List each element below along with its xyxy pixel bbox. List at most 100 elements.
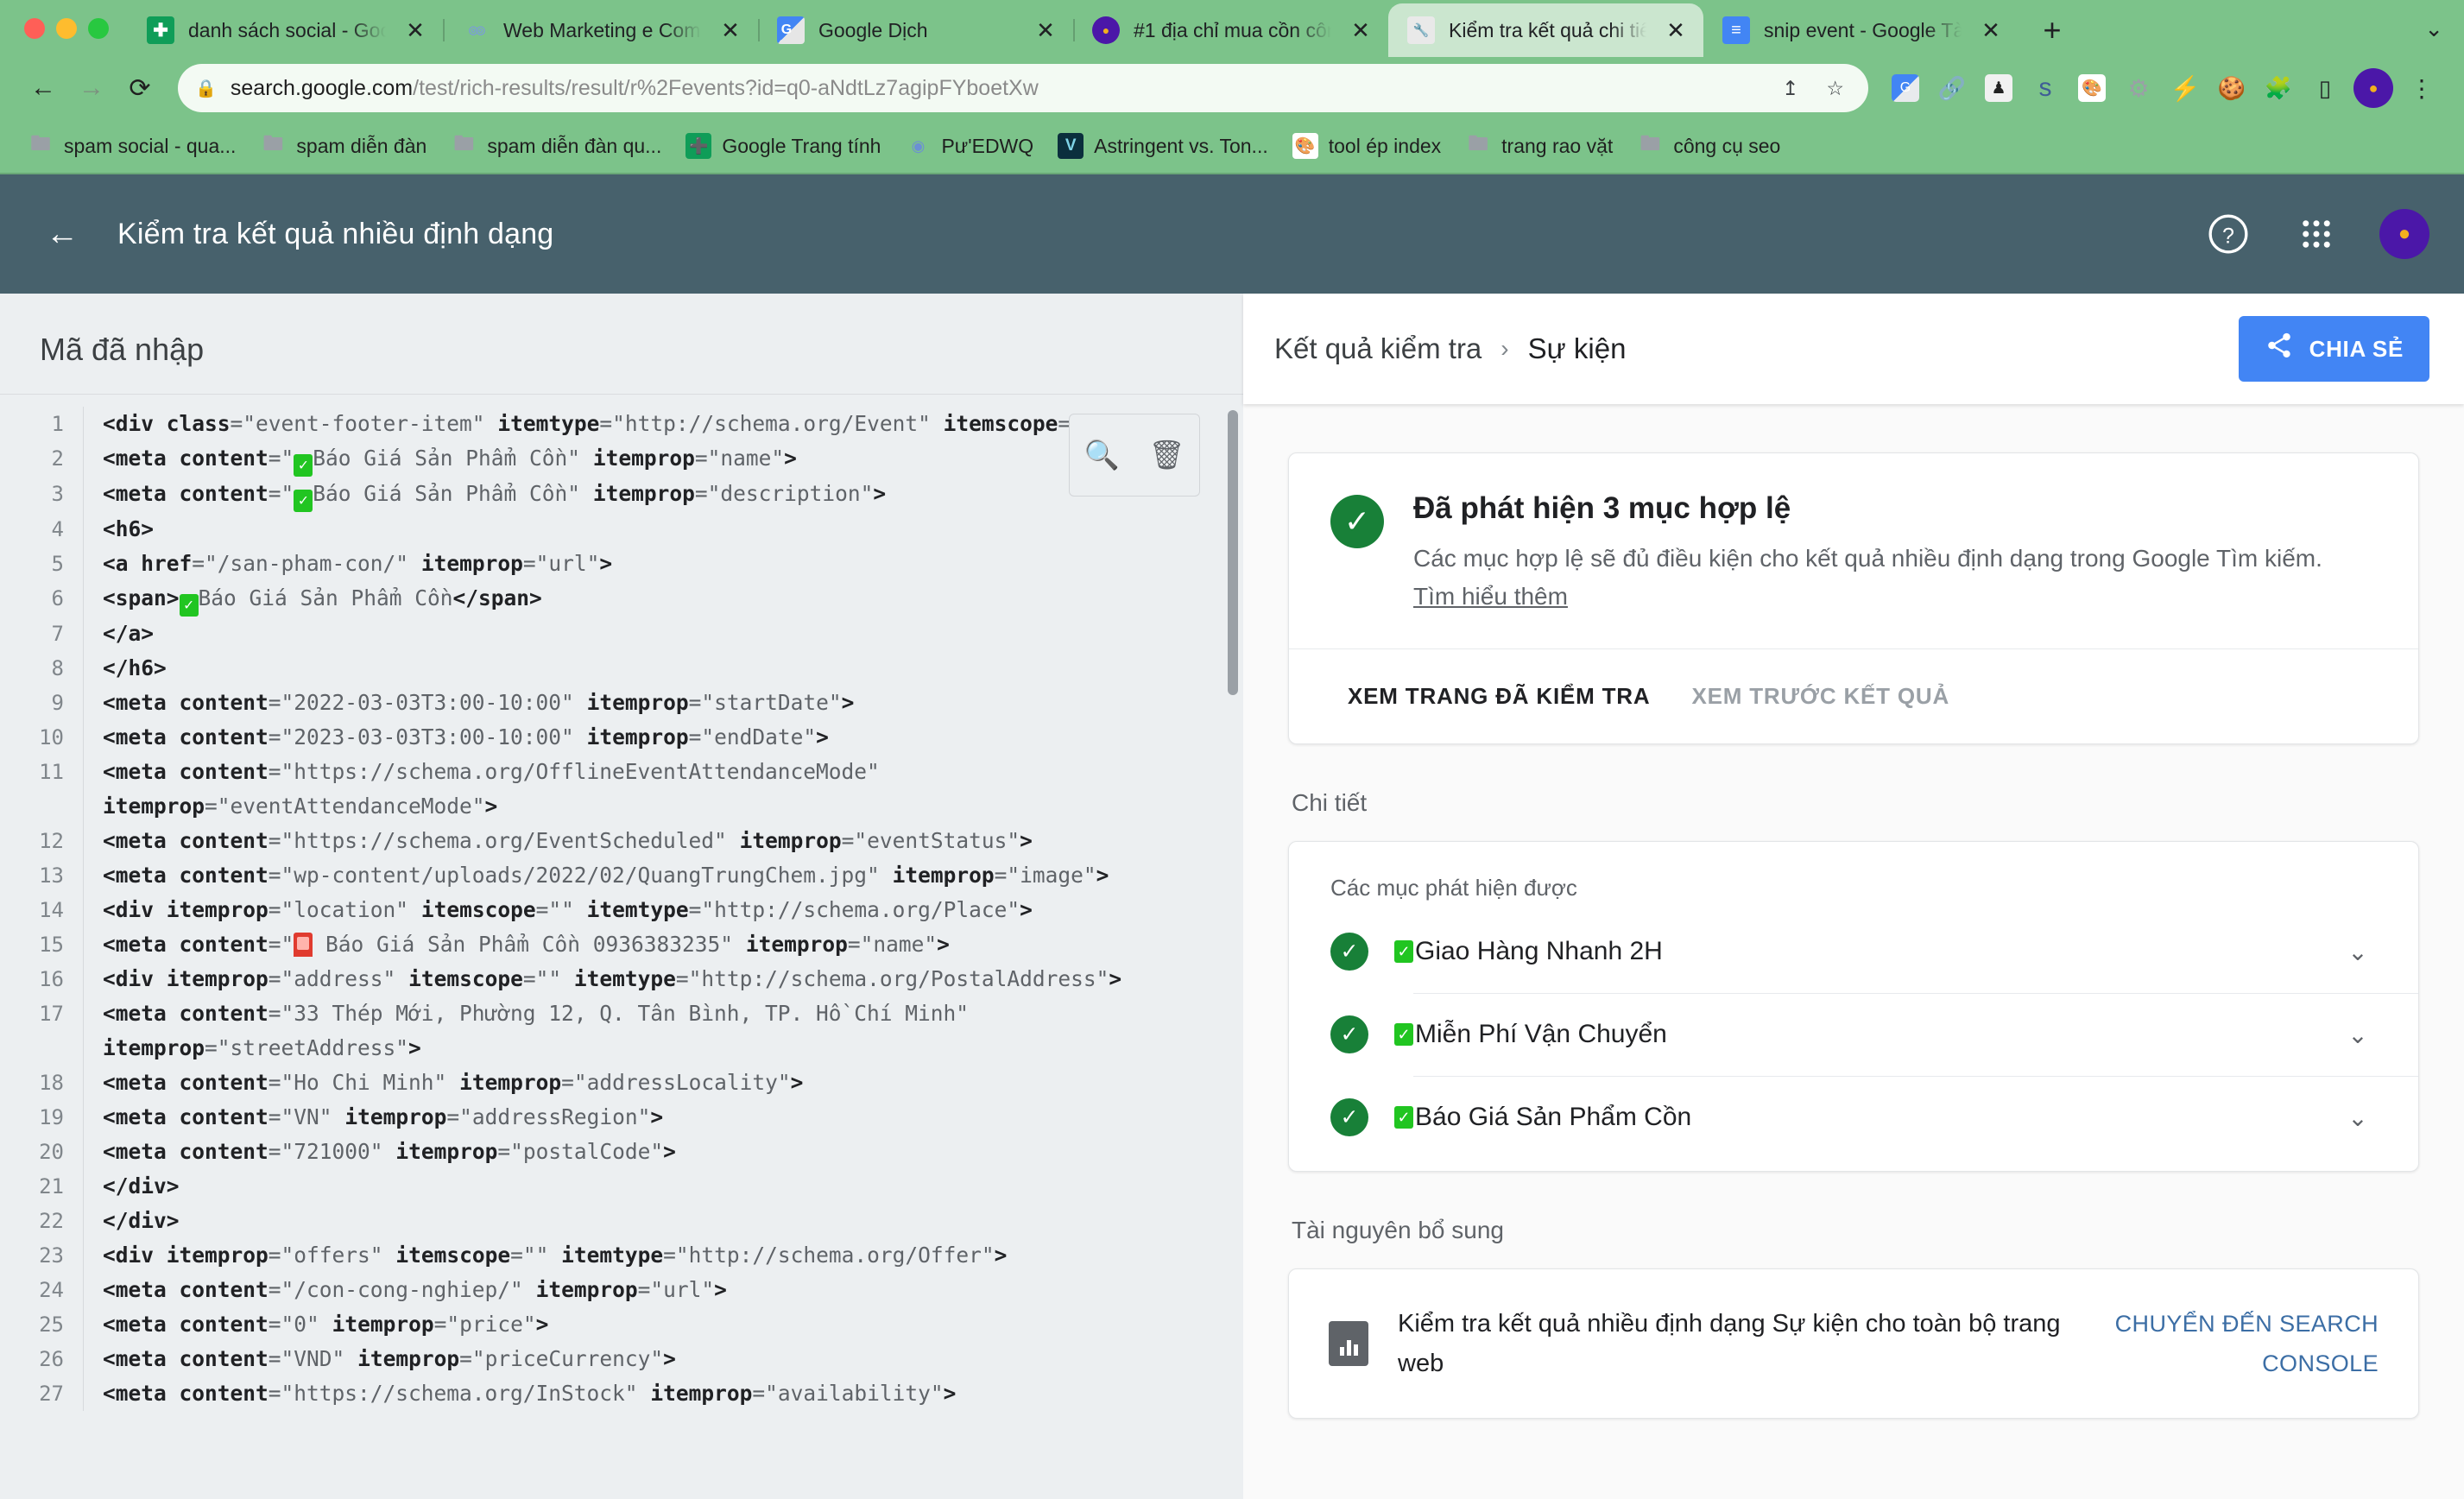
copy-icon[interactable]: 🗑 (1148, 439, 1185, 472)
bookmark-spam-social[interactable]: 🖿 spam social - qua... (16, 128, 248, 164)
google-translate-icon (777, 16, 805, 44)
url-path: /test/rich-results/result/r%2Fevents?id=… (413, 75, 1039, 100)
line-content: <div itemprop="location" itemscope="" it… (83, 893, 1243, 927)
browser-window: danh sách social - Goog ✕ Web Marketing … (0, 0, 2464, 1499)
google-translate-icon[interactable]: G (1882, 65, 1929, 111)
search-icon[interactable]: 🔍 (1084, 439, 1120, 472)
bookmark-spam-dien-dan-qu[interactable]: 🖿 spam diễn đàn qu... (439, 128, 673, 164)
chevron-down-icon[interactable]: ⌄ (2339, 1104, 2377, 1132)
line-number: 16 (39, 967, 64, 991)
line-number: 19 (39, 1105, 64, 1129)
extensions-puzzle-icon[interactable]: 🧩 (2255, 65, 2302, 111)
bookmark-tool-ep-index[interactable]: 🎨 tool ép index (1280, 128, 1453, 164)
cookie-icon[interactable]: 🍪 (2208, 65, 2255, 111)
code-lines: 1 <div class="event-footer-item" itemtype… (0, 395, 1243, 1411)
chevron-right-icon: › (1501, 335, 1509, 362)
folder-icon: 🖿 (1640, 131, 1661, 155)
bookmark-star-icon[interactable]: ☆ (1819, 77, 1851, 100)
code-scroll-area[interactable]: 🔍 🗑 1 <div class="event-footer-item" item… (0, 394, 1243, 1499)
tab-strip: danh sách social - Goog ✕ Web Marketing … (0, 0, 2464, 57)
lock-icon: 🔒 (195, 79, 217, 98)
tab-search-button[interactable]: ⌄ (2424, 0, 2464, 57)
close-icon[interactable]: ✕ (715, 15, 746, 46)
list-item[interactable]: ✓ ✓ Miễn Phí Vận Chuyển ⌄ (1289, 993, 2418, 1076)
preview-results-button[interactable]: XEM TRƯỚC KẾT QUẢ (1671, 669, 1970, 724)
item-label: ✓ Giao Hàng Nhanh 2H (1394, 937, 2313, 966)
close-window-button[interactable] (24, 18, 45, 39)
tab-snip-event[interactable]: snip event - Google Tài li ✕ (1703, 3, 2019, 57)
code-line: 17 <meta content="33 Thép Mới, Phường 12,… (0, 996, 1243, 1066)
browser-menu-icon[interactable]: ⋮ (2398, 65, 2445, 111)
tool-index-icon[interactable]: 🎨 (2069, 65, 2115, 111)
list-item[interactable]: ✓ ✓ Giao Hàng Nhanh 2H ⌄ (1289, 910, 2418, 993)
code-line: 10 <meta content="2023-03-03T3:00-10:00" … (0, 720, 1243, 755)
avatar[interactable]: ● (2379, 209, 2429, 259)
close-icon[interactable]: ✕ (400, 15, 431, 46)
share-page-icon[interactable]: ↥ (1775, 77, 1805, 100)
app-header: ← Kiểm tra kết quả nhiều định dạng ? ● (0, 174, 2464, 294)
code-line: 8 </h6> (0, 651, 1243, 686)
list-item[interactable]: ✓ ✓ Báo Giá Sản Phẩm Cồn ⌄ (1289, 1076, 2418, 1159)
lightning-icon[interactable]: ⚡ (2162, 65, 2208, 111)
tab-dia-chi-mua-con[interactable]: #1 địa chỉ mua cồn công ✕ (1073, 3, 1388, 57)
tab-google-dich[interactable]: Google Dịch ✕ (758, 3, 1073, 57)
reload-button[interactable]: ⟳ (116, 64, 164, 112)
tab-kiem-tra-ket-qua-chi-tiet[interactable]: Kiểm tra kết quả chi tiết ✕ (1388, 3, 1703, 57)
code-line: 14 <div itemprop="location" itemscope="" … (0, 893, 1243, 927)
line-number: 25 (39, 1312, 64, 1337)
profile-avatar[interactable]: ● (2353, 68, 2393, 108)
code-line: 25 <meta content="0" itemprop="price"> (0, 1307, 1243, 1342)
close-icon[interactable]: ✕ (1030, 15, 1061, 46)
code-line: 13 <meta content="wp-content/uploads/2022… (0, 858, 1243, 893)
bookmark-cong-cu-seo[interactable]: 🖿 công cụ seo (1625, 128, 1792, 164)
view-tested-page-button[interactable]: XEM TRANG ĐÃ KIỂM TRA (1327, 669, 1671, 724)
close-icon[interactable]: ✕ (1660, 15, 1691, 46)
tab-web-marketing[interactable]: Web Marketing e Comuni ✕ (443, 3, 758, 57)
bookmark-pu-edwq[interactable]: ◉ Pư'EDWQ (893, 128, 1046, 164)
learn-more-link[interactable]: Tìm hiểu thêm (1413, 583, 1568, 610)
chevron-down-icon[interactable]: ⌄ (2339, 1021, 2377, 1049)
chevron-down-icon[interactable]: ⌄ (2339, 938, 2377, 966)
code-scrollbar[interactable] (1228, 410, 1238, 695)
link-icon[interactable]: 🔗 (1929, 65, 1975, 111)
resources-section-label: Tài nguyên bổ sung (1292, 1217, 1504, 1243)
apps-grid-icon[interactable] (2291, 209, 2341, 259)
search-console-link[interactable]: CHUYỂN ĐẾN SEARCH CONSOLE (2094, 1304, 2379, 1383)
browser-chrome: danh sách social - Goog ✕ Web Marketing … (0, 0, 2464, 174)
ninja-icon[interactable]: ♟ (1975, 65, 2022, 111)
sidepanel-icon[interactable]: ▯ (2302, 65, 2348, 111)
line-content: <span> ✓ Báo Giá Sản Phẩm Cồn</span> (83, 581, 1243, 617)
share-button[interactable]: CHIA SẺ (2238, 316, 2429, 382)
app-back-button[interactable]: ← (35, 206, 90, 262)
line-number: 13 (39, 863, 64, 888)
s-logo-icon[interactable]: s (2022, 65, 2069, 111)
tab-danh-sach-social[interactable]: danh sách social - Goog ✕ (128, 3, 443, 57)
minimize-window-button[interactable] (56, 18, 77, 39)
back-button[interactable]: ← (19, 64, 67, 112)
line-number: 10 (39, 725, 64, 750)
detected-items-header: Các mục phát hiện được (1330, 875, 1577, 901)
close-icon[interactable]: ✕ (1975, 15, 2006, 46)
code-line: 15 <meta content=" Báo Giá Sản Phẩm Cồn 0… (0, 927, 1243, 962)
address-bar[interactable]: 🔒 search.google.com/test/rich-results/re… (178, 64, 1868, 112)
line-content: <meta content="0" itemprop="price"> (83, 1307, 1243, 1342)
maximize-window-button[interactable] (88, 18, 109, 39)
new-tab-button[interactable]: + (2025, 3, 2079, 57)
bookmark-astringent[interactable]: V Astringent vs. Ton... (1046, 128, 1280, 164)
close-icon[interactable]: ✕ (1345, 15, 1376, 46)
code-line: 20 <meta content="721000" itemprop="posta… (0, 1135, 1243, 1169)
line-content: <meta content="VN" itemprop="addressRegi… (83, 1100, 1243, 1135)
gear-icon[interactable]: ⚙ (2115, 65, 2162, 111)
line-number: 20 (39, 1140, 64, 1164)
bookmark-google-trang-tinh[interactable]: ➕ Google Trang tính (673, 128, 893, 164)
bookmark-trang-rao-vat[interactable]: 🖿 trang rao vặt (1453, 128, 1625, 164)
line-content: <meta content="VND" itemprop="priceCurre… (83, 1342, 1243, 1376)
code-line: 9 <meta content="2022-03-03T3:00-10:00" i… (0, 686, 1243, 720)
bookmark-spam-dien-dan[interactable]: 🖿 spam diễn đàn (248, 128, 439, 164)
valid-check-icon: ✓ (1330, 1015, 1368, 1053)
forward-button[interactable]: → (67, 64, 116, 112)
bookmark-label: công cụ seo (1673, 134, 1781, 157)
line-number: 1 (51, 412, 64, 436)
breadcrumb-root[interactable]: Kết quả kiểm tra (1274, 332, 1482, 365)
help-icon[interactable]: ? (2203, 209, 2253, 259)
